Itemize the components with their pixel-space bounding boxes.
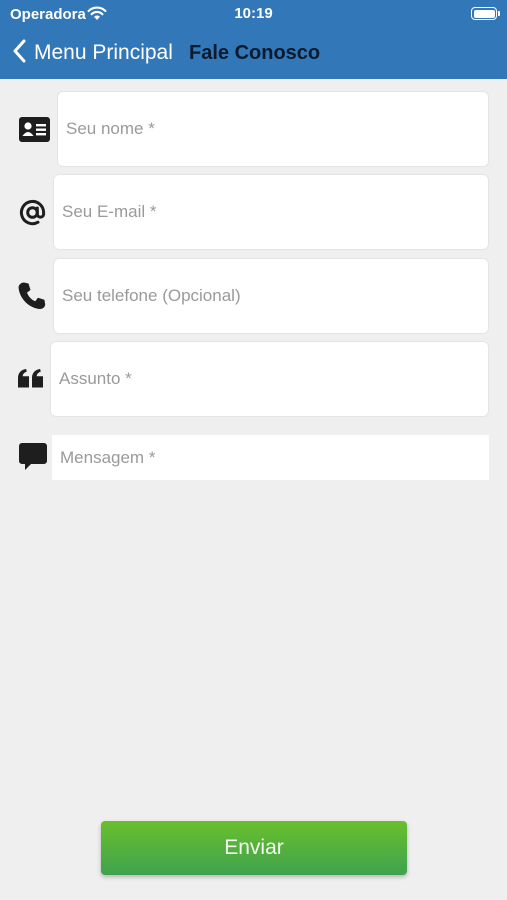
subject-input[interactable] [59,369,488,389]
battery-icon [471,7,500,20]
message-field[interactable] [52,435,489,480]
email-input[interactable] [62,202,488,222]
phone-icon [18,281,46,315]
name-input[interactable] [66,119,488,139]
back-button[interactable]: Menu Principal [12,36,173,70]
chevron-left-icon [12,39,26,68]
subject-field[interactable] [50,341,489,417]
quote-icon [18,369,44,393]
back-label: Menu Principal [34,41,173,64]
email-field[interactable] [53,174,489,250]
contact-card-icon [19,117,50,147]
navigation-bar: Menu Principal Fale Conosco [0,30,507,76]
speech-bubble-icon [19,443,47,476]
header: Operadora 10:19 Menu Principal Fale Cono… [0,0,507,79]
status-bar: Operadora 10:19 [0,0,507,28]
phone-field[interactable] [53,258,489,334]
phone-input[interactable] [62,286,488,306]
name-field[interactable] [57,91,489,167]
send-button[interactable]: Enviar [101,821,407,875]
at-icon [19,199,46,231]
message-input[interactable] [60,447,489,468]
clock: 10:19 [234,5,273,22]
page-title: Fale Conosco [189,42,321,64]
